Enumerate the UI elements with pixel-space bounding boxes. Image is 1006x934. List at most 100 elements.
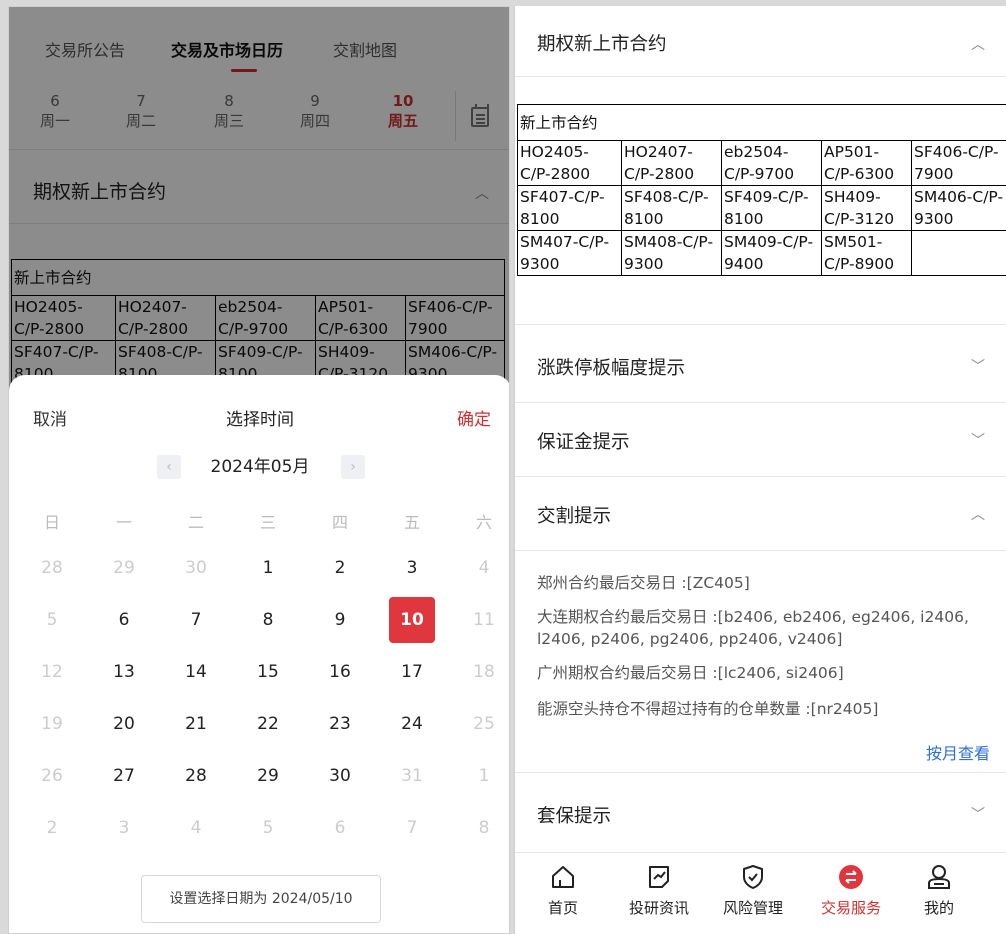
- chevron-left-icon: ‹: [166, 459, 172, 475]
- weekday-label: 二: [187, 513, 204, 532]
- section-price-limit[interactable]: 涨跌停板幅度提示 ﹀: [515, 326, 1006, 400]
- calendar-day[interactable]: 29: [245, 753, 291, 799]
- prev-month-button[interactable]: ‹: [157, 455, 181, 479]
- section-margin[interactable]: 保证金提示 ﹀: [515, 404, 1006, 476]
- calendar-day[interactable]: 3: [389, 545, 435, 591]
- calendar-day: 7: [406, 818, 418, 838]
- calendar-day: 12: [41, 662, 63, 682]
- weekday-label: 四: [331, 513, 348, 532]
- divider: [515, 76, 1006, 77]
- notice-text: 大连期权合约最后交易日 :[b2406, eb2406, eg2406, i24…: [537, 608, 969, 648]
- section-title: 涨跌停板幅度提示: [537, 358, 686, 379]
- calendar-day: 26: [41, 766, 63, 786]
- calendar-day[interactable]: 27: [101, 753, 147, 799]
- tab-label: 交易服务: [820, 899, 881, 917]
- home-icon: [552, 866, 574, 888]
- chart-document-icon: [649, 866, 669, 888]
- calendar-day: 30: [185, 558, 207, 578]
- tab-home[interactable]: 首页: [523, 863, 603, 918]
- view-by-month-link[interactable]: 按月查看: [926, 740, 990, 764]
- date-picker-sheet: 选择时间 取消 确定 2024年05月 ‹ › 日一二三四五六 28 29 30 1 2…: [9, 375, 509, 933]
- calendar-day[interactable]: 14: [173, 649, 219, 695]
- calendar-day[interactable]: 28: [173, 753, 219, 799]
- notice-text: 郑州合约最后交易日 :[ZC405]: [537, 574, 750, 592]
- calendar-day[interactable]: 9: [317, 597, 363, 643]
- section-new-option-contracts[interactable]: 期权新上市合约 ︿: [515, 6, 1006, 76]
- confirm-button[interactable]: 确定: [457, 405, 491, 430]
- next-month-button[interactable]: ›: [341, 455, 365, 479]
- calendar-day: 25: [473, 714, 495, 734]
- calendar-day: 31: [401, 766, 423, 786]
- tab-profile[interactable]: 我的: [899, 863, 979, 918]
- calendar-day[interactable]: 6: [101, 597, 147, 643]
- section-hedging[interactable]: 套保提示 ﹀: [515, 774, 1006, 850]
- chevron-down-icon: ﹀: [971, 359, 985, 375]
- table-cell: SM407-C/P-9300: [517, 230, 622, 276]
- tab-label: 我的: [923, 899, 954, 917]
- calendar-day[interactable]: 1: [245, 545, 291, 591]
- weekday-label: 五: [403, 513, 420, 532]
- calendar-day[interactable]: 20: [101, 701, 147, 747]
- detail-screen: 期权新上市合约 ︿ 新上市合约 HO2405-C/P-2800 HO2407-C…: [514, 6, 1006, 934]
- month-label: 2024年05月: [210, 457, 310, 477]
- calendar-day[interactable]: 7: [173, 597, 219, 643]
- section-title: 保证金提示: [537, 432, 630, 453]
- section-title: 交割提示: [537, 506, 612, 527]
- chevron-up-icon: ︿: [971, 37, 985, 53]
- table-cell: SM501-C/P-8900: [821, 230, 912, 276]
- section-delivery[interactable]: 交割提示 ︿: [515, 478, 1006, 550]
- calendar-day[interactable]: 13: [101, 649, 147, 695]
- table-cell: SF406-C/P-7900: [911, 140, 1006, 186]
- calendar-day: 5: [46, 610, 58, 630]
- chevron-down-icon: ﹀: [971, 807, 985, 823]
- table-cell: [911, 230, 1006, 276]
- divider: [515, 550, 1006, 551]
- table-cell: HO2407-C/P-2800: [621, 140, 722, 186]
- notice-text: 能源空头持仓不得超过持有的仓单数量 :[nr2405]: [537, 700, 879, 718]
- table-cell: SF409-C/P-8100: [721, 185, 822, 231]
- calendar-day[interactable]: 17: [389, 649, 435, 695]
- calendar-day[interactable]: 30: [317, 753, 363, 799]
- chevron-up-icon: ︿: [971, 507, 985, 523]
- section-title: 套保提示: [537, 806, 612, 827]
- tab-trading-service[interactable]: 交易服务: [811, 863, 891, 918]
- calendar-day-selected[interactable]: 10: [389, 597, 435, 643]
- calendar-day: 1: [478, 766, 490, 786]
- calendar-day: 18: [473, 662, 495, 682]
- tab-label: 风险管理: [722, 899, 783, 917]
- table-cell: SM406-C/P-9300: [911, 185, 1006, 231]
- table-row: HO2405-C/P-2800 HO2407-C/P-2800 eb2504-C…: [517, 140, 1006, 186]
- calendar-day[interactable]: 15: [245, 649, 291, 695]
- shield-check-icon: [743, 865, 763, 889]
- weekday-label: 三: [259, 513, 276, 532]
- divider: [515, 402, 1006, 403]
- tab-risk[interactable]: 风险管理: [713, 863, 793, 918]
- calendar-day: 6: [334, 818, 346, 838]
- calendar-day[interactable]: 16: [317, 649, 363, 695]
- calendar-day[interactable]: 8: [245, 597, 291, 643]
- calendar-day[interactable]: 21: [173, 701, 219, 747]
- calendar-day[interactable]: 24: [389, 701, 435, 747]
- table-row: SF407-C/P-8100 SF408-C/P-8100 SF409-C/P-…: [517, 185, 1006, 231]
- calendar-day[interactable]: 2: [317, 545, 363, 591]
- month-navigator: 2024年05月 ‹ ›: [9, 453, 509, 481]
- calendar-day: 4: [190, 818, 202, 838]
- calendar-day[interactable]: 23: [317, 701, 363, 747]
- calendar-day: 2: [46, 818, 58, 838]
- calendar-day: 4: [478, 558, 490, 578]
- table-cell: SH409-C/P-3120: [821, 185, 912, 231]
- calendar-day[interactable]: 22: [245, 701, 291, 747]
- table-cell: HO2405-C/P-2800: [517, 140, 622, 186]
- table-cell: SM408-C/P-9300: [621, 230, 722, 276]
- cancel-button[interactable]: 取消: [33, 405, 67, 430]
- divider: [515, 772, 1006, 773]
- calendar-day: 19: [41, 714, 63, 734]
- calendar-day: 8: [478, 818, 490, 838]
- section-title: 期权新上市合约: [537, 34, 667, 55]
- weekday-label: 一: [115, 513, 132, 532]
- set-date-button[interactable]: 设置选择日期为 2024/05/10: [141, 875, 381, 923]
- tab-research[interactable]: 投研资讯: [619, 863, 699, 918]
- table-header: 新上市合约: [517, 104, 1006, 141]
- weekday-label: 六: [475, 513, 492, 532]
- table-cell: SF407-C/P-8100: [517, 185, 622, 231]
